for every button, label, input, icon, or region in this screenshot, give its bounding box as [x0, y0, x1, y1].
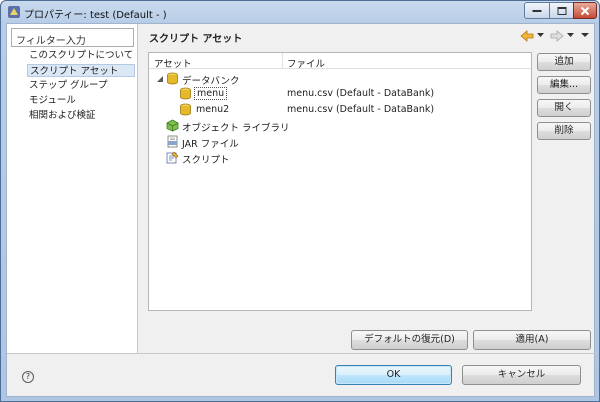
ok-button[interactable]: OK [335, 365, 452, 385]
properties-dialog: プロパティー: test (Default - ) フィルター入力 このスクリプ… [0, 0, 600, 402]
footer-divider [7, 353, 596, 354]
app-icon [8, 6, 20, 18]
tree-row-menu2[interactable]: menu2 menu.csv (Default - DataBank) [149, 103, 529, 118]
nav-item-script-assets[interactable]: スクリプト アセット [27, 64, 135, 77]
maximize-button[interactable] [549, 2, 574, 19]
tree-row-object-library[interactable]: オブジェクト ライブラリ [149, 119, 529, 134]
cancel-button[interactable]: キャンセル [462, 365, 581, 385]
tree-row-menu[interactable]: menu menu.csv (Default - DataBank) [149, 87, 529, 102]
assets-tree[interactable]: アセット ファイル データバンク menu menu.csv (Default … [148, 52, 532, 311]
page-title: スクリプト アセット [149, 34, 243, 45]
tree-file: menu.csv (Default - DataBank) [287, 88, 435, 99]
tree-row-jar-files[interactable]: JAR ファイル [149, 135, 529, 150]
close-window-button[interactable] [573, 2, 597, 19]
database-icon [180, 87, 191, 100]
history-navigation [519, 29, 593, 43]
minimize-button[interactable] [524, 2, 550, 19]
collapse-triangle-icon[interactable] [156, 75, 164, 83]
tree-label: スクリプト [182, 155, 230, 166]
preference-nav-panel: フィルター入力 このスクリプトについて スクリプト アセット ステップ グループ… [7, 24, 138, 353]
tree-row-databank[interactable]: データバンク [149, 72, 529, 87]
nav-item-about-script[interactable]: このスクリプトについて [27, 49, 135, 62]
tree-label: データバンク [182, 76, 240, 87]
tree-label: JAR ファイル [182, 139, 239, 150]
forward-menu-chevron-icon[interactable] [567, 33, 574, 38]
view-menu-chevron-icon[interactable] [581, 33, 589, 38]
window-title: プロパティー: test (Default - ) [24, 10, 167, 21]
databank-icon [167, 72, 178, 85]
edit-button[interactable]: 編集... [537, 76, 591, 94]
minimize-icon [532, 9, 542, 12]
nav-item-modules[interactable]: モジュール [27, 94, 135, 107]
preference-tree: このスクリプトについて スクリプト アセット ステップ グループ モジュール 相… [27, 49, 135, 124]
tree-label: menu2 [196, 104, 230, 115]
dialog-body: フィルター入力 このスクリプトについて スクリプト アセット ステップ グループ… [6, 23, 596, 397]
tree-row-scripts[interactable]: スクリプト [149, 151, 529, 166]
tree-file: menu.csv (Default - DataBank) [287, 104, 435, 115]
jar-file-icon [167, 135, 178, 148]
back-arrow-icon[interactable] [519, 29, 535, 43]
tree-label: オブジェクト ライブラリ [182, 123, 290, 134]
maximize-icon [557, 6, 566, 15]
script-assets-page: スクリプト アセット アセット ファイル データバンク menu menu.cs… [139, 24, 596, 353]
restore-defaults-button[interactable]: デフォルトの復元(D) [351, 330, 468, 350]
column-divider[interactable] [282, 53, 283, 69]
open-button[interactable]: 開く [537, 99, 591, 117]
title-bar[interactable]: プロパティー: test (Default - ) [1, 1, 599, 23]
tree-column-header: アセット ファイル [149, 53, 531, 70]
apply-button[interactable]: 適用(A) [473, 330, 591, 350]
add-button[interactable]: 追加 [537, 53, 591, 71]
delete-button[interactable]: 削除 [537, 122, 591, 140]
nav-item-correlation-validation[interactable]: 相関および検証 [27, 109, 135, 122]
script-icon [166, 151, 179, 164]
object-library-icon [166, 119, 179, 132]
forward-arrow-icon[interactable] [549, 29, 565, 43]
column-file[interactable]: ファイル [287, 56, 325, 70]
close-icon [580, 6, 590, 15]
database-icon [180, 103, 191, 116]
column-asset[interactable]: アセット [154, 56, 192, 70]
nav-item-step-groups[interactable]: ステップ グループ [27, 79, 135, 92]
help-icon[interactable]: ? [22, 371, 34, 383]
filter-input[interactable]: フィルター入力 [11, 28, 134, 47]
back-menu-chevron-icon[interactable] [537, 33, 544, 38]
tree-label: menu [194, 87, 228, 100]
